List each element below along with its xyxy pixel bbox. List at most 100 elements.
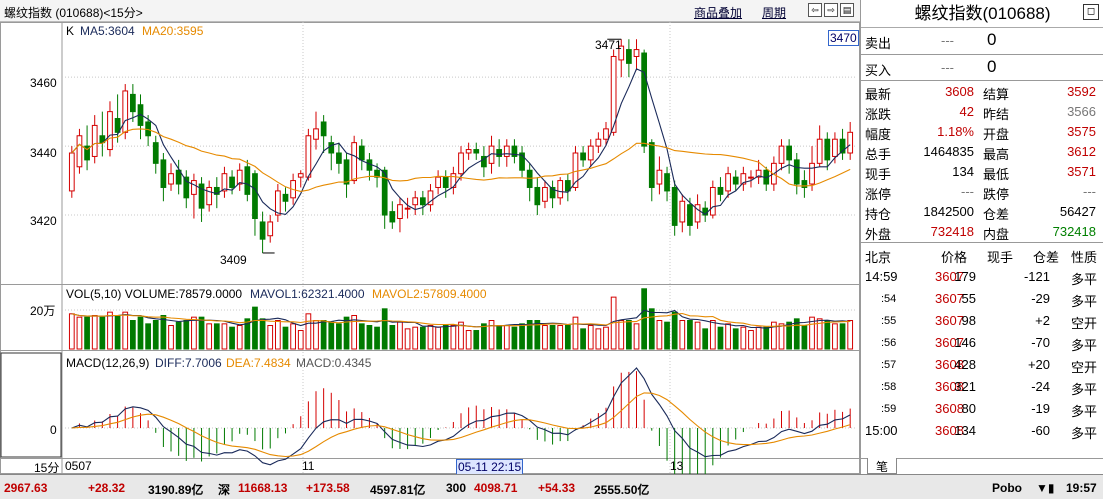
tick-header-city: 北京	[865, 250, 892, 265]
candle-body	[328, 142, 335, 154]
volume-bar	[114, 314, 121, 350]
volume-bar	[259, 318, 266, 350]
candle-body	[648, 142, 655, 188]
chart-canvas[interactable]	[0, 22, 860, 474]
volume-bar	[709, 320, 716, 350]
index3-name: 300	[446, 481, 467, 495]
quote-value: 134	[952, 164, 974, 179]
volume-bar	[206, 323, 213, 350]
volume-bar	[687, 320, 693, 350]
tick-row: :58 3608 321 -24 多平	[861, 376, 1103, 398]
buy-price: ---	[941, 60, 954, 75]
layout-icon[interactable]: ▤	[840, 3, 854, 17]
volume-bar	[191, 316, 197, 350]
quote-value: 42	[959, 104, 974, 119]
candle-body	[595, 138, 602, 147]
volume-bar	[778, 323, 785, 350]
brand-logo: Pobo	[992, 481, 1022, 495]
macd-label: MACD(12,26,9)	[66, 356, 150, 370]
candle-body	[816, 138, 823, 164]
tick-oi-change: +20	[1027, 357, 1050, 372]
panel-title: 螺纹指数(010688)	[861, 0, 1103, 28]
volume-bar	[221, 323, 228, 350]
candle-body	[809, 162, 815, 185]
tab-ticks[interactable]: 笔	[867, 458, 897, 474]
volume-bar	[389, 325, 396, 350]
volume-bar	[564, 325, 571, 350]
volume-bar	[740, 326, 747, 350]
tick-row: :56 3607 146 -70 多平	[861, 332, 1103, 354]
candle-body	[114, 118, 121, 133]
volume-bar	[832, 323, 838, 350]
candle-body	[526, 169, 533, 188]
volume-bar	[175, 321, 182, 350]
volume-bar	[229, 326, 235, 350]
tick-nature: 多平	[1071, 404, 1098, 419]
candle-body	[343, 159, 350, 185]
candle-body	[358, 145, 365, 161]
volume-bar	[587, 325, 594, 350]
panel-toggle-icon[interactable]: ◻	[1083, 4, 1099, 20]
candle-body	[832, 138, 838, 157]
overlay-commodity-link[interactable]: 商品叠加	[694, 4, 742, 21]
tick-nature: 空开	[1071, 360, 1098, 375]
tick-price: 3608	[935, 401, 964, 416]
volume-bar	[412, 326, 419, 350]
tick-time: :56	[881, 337, 897, 349]
volume-bar	[748, 330, 754, 350]
volume-bar	[328, 321, 335, 350]
candle-body	[633, 49, 640, 57]
next-icon[interactable]: ⇨	[824, 3, 838, 17]
volume-bar	[847, 320, 854, 350]
volume-bar	[68, 313, 75, 350]
period-link[interactable]: 周期	[762, 4, 786, 21]
tick-header-price: 价格	[941, 250, 968, 265]
price-tick-3460: 3460	[30, 76, 57, 90]
volume-bar	[648, 308, 655, 350]
candle-body	[252, 173, 258, 219]
candle-body	[435, 176, 441, 188]
candle-body	[557, 180, 564, 199]
macd-diff: DIFF:7.7006	[155, 356, 222, 370]
candle-body	[786, 145, 793, 161]
candle-body	[412, 197, 419, 206]
candle-body	[656, 169, 663, 185]
quote-row: 幅度 1.18% 开盘 3575	[861, 121, 1103, 143]
candle-body	[419, 197, 426, 206]
tick-volume: 80	[961, 401, 976, 416]
tick-price: 3607	[935, 313, 964, 328]
tick-volume: 179	[954, 269, 976, 284]
volume-bar	[557, 325, 564, 350]
index2-value: 11668.13	[238, 481, 288, 495]
volume-bar	[763, 326, 770, 350]
volume-bar	[755, 326, 762, 350]
tick-header-vol: 现手	[987, 250, 1014, 265]
low-marker: 3409	[220, 253, 247, 267]
tick-time: 15:00	[865, 423, 898, 438]
quote-row: 涨停 --- 跌停 ---	[861, 181, 1103, 203]
tick-row: 14:59 3607 179 -121 多平	[861, 266, 1103, 288]
candle-body	[458, 152, 464, 175]
prev-icon[interactable]: ⇦	[808, 3, 822, 17]
candle-body	[671, 186, 678, 226]
volume-bar	[519, 323, 525, 350]
candle-body	[107, 111, 113, 151]
tick-time: :59	[881, 403, 897, 415]
tick-nature: 多平	[1071, 382, 1098, 397]
quote-panel: 螺纹指数(010688) ◻ 卖出 --- 0 买入 --- 0 最新 3608 结…	[860, 0, 1103, 474]
quote-value: 1842500	[923, 204, 974, 219]
candle-body	[824, 138, 831, 161]
tick-oi-change: +2	[1035, 313, 1050, 328]
candle-body	[465, 149, 472, 154]
macd-dea: DEA:7.4834	[226, 356, 291, 370]
candle-body	[397, 204, 403, 219]
volume-bar	[320, 320, 327, 350]
volume-bar	[442, 325, 449, 350]
index2-change: +173.58	[306, 481, 350, 495]
volume-bar	[84, 316, 90, 350]
volume-bar	[252, 306, 258, 350]
sell-row: 卖出 --- 0	[861, 30, 1103, 52]
xaxis-label-11: 11	[302, 459, 315, 473]
candle-body	[129, 93, 136, 113]
volume-tick: 20万	[30, 304, 56, 318]
